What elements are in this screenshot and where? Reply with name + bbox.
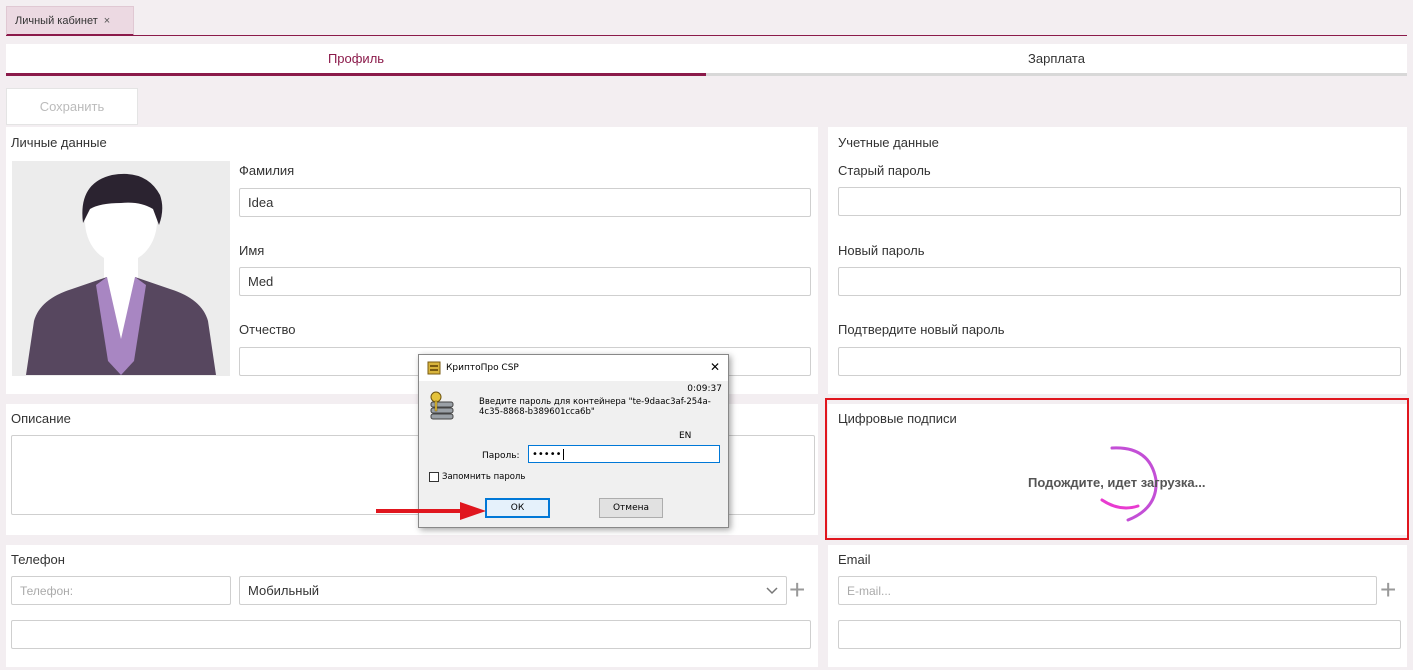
name-input[interactable]: Med — [239, 267, 811, 296]
red-arrow-icon — [376, 502, 486, 520]
email-title: Email — [838, 552, 871, 567]
tab-salary[interactable]: Зарплата — [706, 44, 1407, 76]
patronymic-label: Отчество — [239, 322, 296, 337]
tab-profile[interactable]: Профиль — [6, 44, 706, 76]
avatar-person-icon — [26, 173, 216, 375]
dialog-close-icon[interactable]: ✕ — [710, 360, 720, 374]
phone-extra-input[interactable] — [11, 620, 811, 649]
email-extra-input[interactable] — [838, 620, 1401, 649]
dialog-titlebar[interactable]: КриптоПро CSP ✕ — [419, 355, 728, 381]
surname-label: Фамилия — [239, 163, 295, 178]
chevron-down-icon — [766, 586, 778, 594]
description-title: Описание — [11, 411, 71, 426]
password-label: Пароль: — [482, 451, 520, 461]
confirm-password-label: Подтвердите новый пароль — [838, 322, 1005, 337]
phone-input[interactable]: Телефон: — [11, 576, 231, 605]
account-data-title: Учетные данные — [838, 135, 939, 150]
avatar[interactable] — [12, 161, 230, 376]
phone-title: Телефон — [11, 552, 65, 567]
new-password-label: Новый пароль — [838, 243, 925, 258]
dialog-password-input[interactable]: ••••• — [528, 445, 720, 463]
personal-data-title: Личные данные — [11, 135, 107, 150]
dialog-ok-button[interactable]: ОК — [485, 498, 550, 518]
dialog-timer: 0:09:37 — [687, 384, 722, 394]
highlight-frame — [825, 398, 1409, 540]
email-placeholder: E-mail... — [847, 583, 892, 598]
dialog-message: Введите пароль для контейнера "te-9daac3… — [479, 397, 711, 417]
keyboard-lang-indicator: EN — [679, 431, 692, 441]
old-password-input[interactable] — [838, 187, 1401, 216]
password-value: ••••• — [532, 448, 562, 460]
dialog-cancel-button[interactable]: Отмена — [599, 498, 663, 518]
email-input[interactable]: E-mail... — [838, 576, 1377, 605]
new-password-input[interactable] — [838, 267, 1401, 296]
doc-tab-label: Личный кабинет — [15, 14, 98, 27]
remember-password-label: Запомнить пароль — [442, 472, 526, 482]
remember-password-checkbox[interactable]: Запомнить пароль — [429, 472, 525, 482]
doc-tab-personal-cabinet[interactable]: Личный кабинет × — [6, 6, 134, 36]
name-label: Имя — [239, 243, 265, 258]
add-email-plus-icon[interactable]: + — [1380, 576, 1396, 604]
add-phone-plus-icon[interactable]: + — [789, 576, 805, 604]
checkbox-box[interactable] — [429, 472, 439, 482]
old-password-label: Старый пароль — [838, 163, 931, 178]
surname-input[interactable]: Idea — [239, 188, 811, 217]
phone-placeholder: Телефон: — [20, 583, 74, 598]
save-button[interactable]: Сохранить — [6, 88, 138, 125]
phone-type-value: Мобильный — [248, 583, 320, 598]
cryptopro-logo-icon — [427, 361, 441, 375]
tab-strip-divider — [6, 35, 1407, 36]
phone-type-select[interactable]: Мобильный — [239, 576, 787, 605]
dialog-title: КриптоПро CSP — [446, 363, 519, 373]
key-container-icon — [430, 391, 454, 420]
close-icon[interactable]: × — [104, 15, 110, 27]
confirm-password-input[interactable] — [838, 347, 1401, 376]
